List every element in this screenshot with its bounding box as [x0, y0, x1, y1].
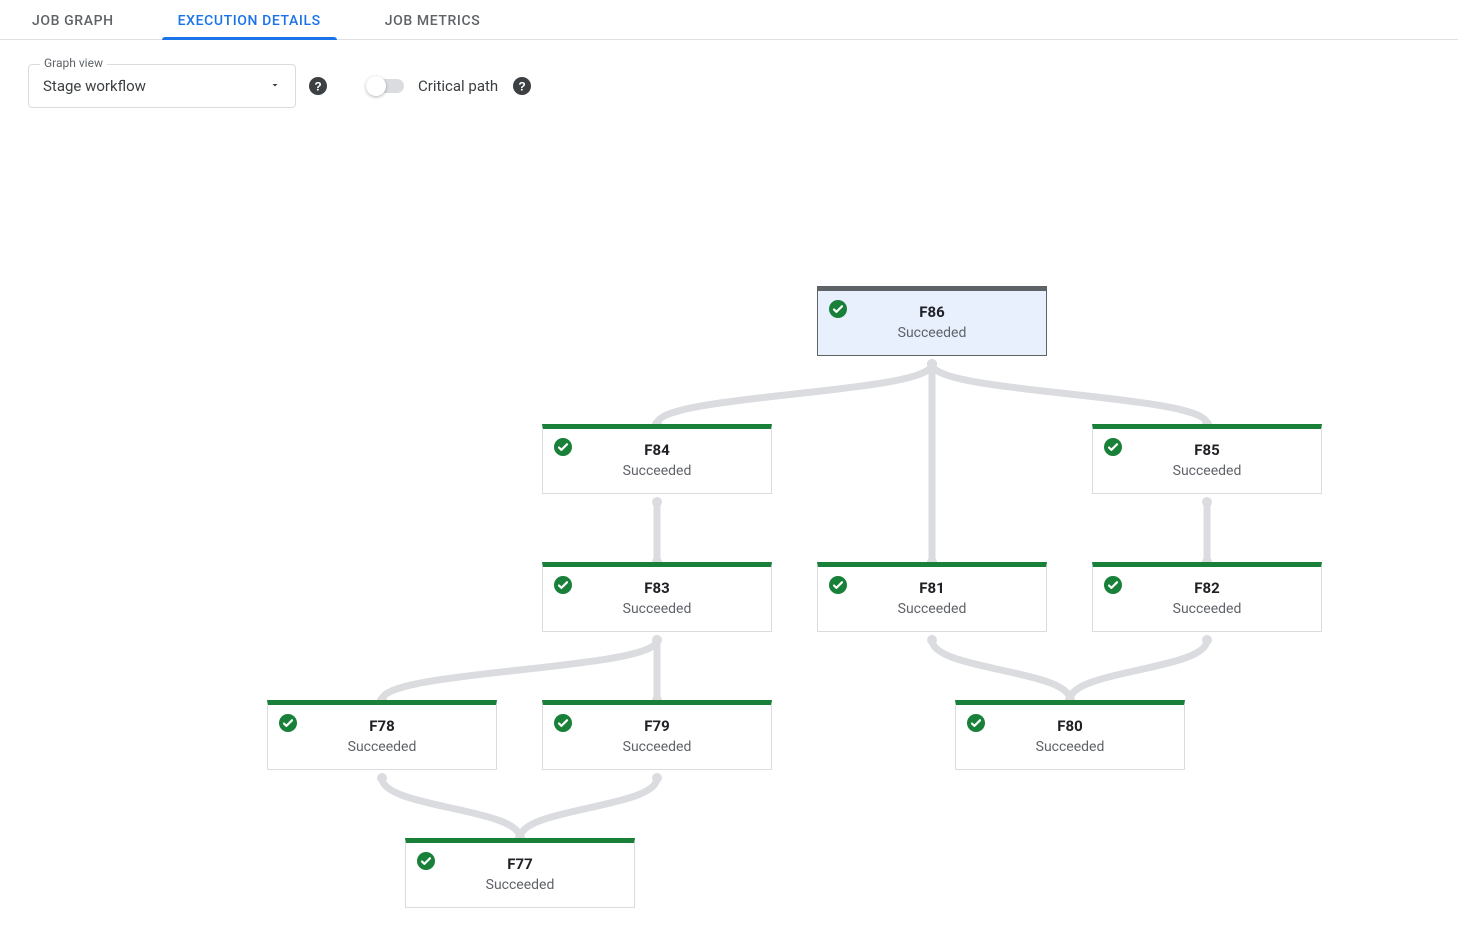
- check-circle-icon: [553, 437, 573, 457]
- stage-node-f77[interactable]: F77 Succeeded: [405, 838, 635, 908]
- tab-job-metrics[interactable]: JOB METRICS: [381, 13, 485, 39]
- check-circle-icon: [828, 299, 848, 319]
- critical-path-toggle-label: Critical path: [418, 77, 498, 95]
- stage-node-title: F80: [968, 717, 1172, 735]
- stage-node-title: F78: [280, 717, 484, 735]
- stage-node-status: Succeeded: [968, 739, 1172, 755]
- stage-node-status: Succeeded: [1105, 463, 1309, 479]
- graph-canvas[interactable]: F86 Succeeded F84 Succeeded F85 Succeeded F83 S…: [0, 108, 1458, 928]
- stage-node-f81[interactable]: F81 Succeeded: [817, 562, 1047, 632]
- check-circle-icon: [553, 575, 573, 595]
- check-circle-icon: [278, 713, 298, 733]
- stage-node-status: Succeeded: [280, 739, 484, 755]
- svg-text:?: ?: [519, 80, 526, 94]
- stage-node-title: F77: [418, 855, 622, 873]
- stage-node-status: Succeeded: [830, 601, 1034, 617]
- graph-view-select[interactable]: Graph view Stage workflow: [28, 64, 296, 108]
- stage-node-f79[interactable]: F79 Succeeded: [542, 700, 772, 770]
- graph-view-select-label: Graph view: [40, 56, 107, 70]
- svg-text:?: ?: [314, 80, 321, 94]
- stage-node-status: Succeeded: [555, 601, 759, 617]
- check-circle-icon: [1103, 575, 1123, 595]
- stage-node-f82[interactable]: F82 Succeeded: [1092, 562, 1322, 632]
- stage-node-status: Succeeded: [555, 739, 759, 755]
- stage-node-f78[interactable]: F78 Succeeded: [267, 700, 497, 770]
- graph-view-select-value: Stage workflow: [43, 77, 146, 95]
- tabs-bar: JOB GRAPH EXECUTION DETAILS JOB METRICS: [0, 0, 1458, 40]
- controls-row: Graph view Stage workflow ? Critical pat…: [0, 40, 1458, 108]
- stage-node-title: F82: [1105, 579, 1309, 597]
- stage-node-f80[interactable]: F80 Succeeded: [955, 700, 1185, 770]
- check-circle-icon: [416, 851, 436, 871]
- check-circle-icon: [966, 713, 986, 733]
- check-circle-icon: [553, 713, 573, 733]
- chevron-down-icon: [269, 77, 281, 95]
- toggle-knob: [366, 76, 386, 96]
- stage-node-status: Succeeded: [555, 463, 759, 479]
- check-circle-icon: [1103, 437, 1123, 457]
- critical-path-toggle-wrap: Critical path ?: [368, 76, 532, 96]
- stage-node-f85[interactable]: F85 Succeeded: [1092, 424, 1322, 494]
- help-icon[interactable]: ?: [308, 76, 328, 96]
- stage-node-title: F84: [555, 441, 759, 459]
- tab-execution-details[interactable]: EXECUTION DETAILS: [174, 13, 325, 39]
- stage-node-title: F79: [555, 717, 759, 735]
- stage-node-status: Succeeded: [830, 325, 1034, 341]
- graph-edges: [0, 108, 1458, 928]
- stage-node-title: F86: [830, 303, 1034, 321]
- stage-node-title: F83: [555, 579, 759, 597]
- stage-node-status: Succeeded: [418, 877, 622, 893]
- stage-node-status: Succeeded: [1105, 601, 1309, 617]
- tab-job-graph[interactable]: JOB GRAPH: [28, 13, 118, 39]
- check-circle-icon: [828, 575, 848, 595]
- stage-node-title: F81: [830, 579, 1034, 597]
- stage-node-f83[interactable]: F83 Succeeded: [542, 562, 772, 632]
- help-icon[interactable]: ?: [512, 76, 532, 96]
- stage-node-f86[interactable]: F86 Succeeded: [817, 286, 1047, 356]
- critical-path-toggle[interactable]: [368, 79, 404, 93]
- stage-node-f84[interactable]: F84 Succeeded: [542, 424, 772, 494]
- stage-node-title: F85: [1105, 441, 1309, 459]
